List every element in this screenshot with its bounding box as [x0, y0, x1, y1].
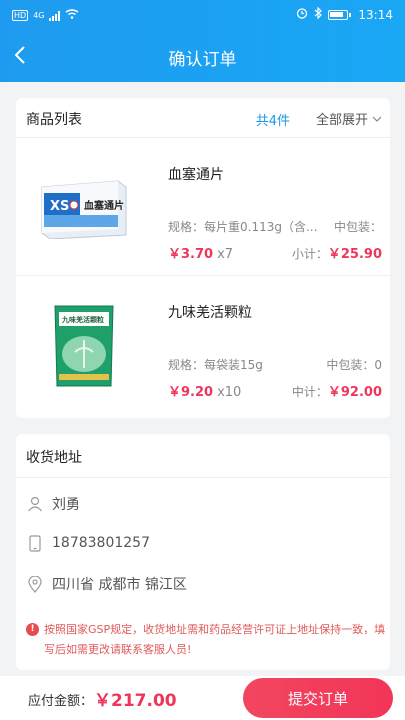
product-qty: x7 [217, 247, 234, 262]
expand-all-label: 全部展开 [315, 113, 368, 128]
recipient-name-row[interactable]: 刘勇 [26, 494, 80, 514]
product-subtotal: 小计：￥25.90 [292, 243, 382, 262]
gsp-notice: ! 按照国家GSP规定，收货地址需和药品经营许可证上地址保持一致，填写后如需更改… [26, 620, 386, 660]
product-price: ￥3.70 x7 [168, 243, 233, 262]
battery-icon [328, 9, 352, 20]
location-pin-icon [26, 575, 44, 593]
address-title: 收货地址 [26, 450, 82, 466]
address-card: 收货地址 刘勇 18783801257 四川省 成都市 锦江区 ! 按照国家GS… [16, 434, 390, 670]
address-header: 收货地址 [16, 434, 390, 478]
payable-label: 应付金额： [28, 694, 94, 709]
box-label: 血塞通片 [84, 199, 124, 212]
product-spec: 规格：每片重0.113g（含... [168, 220, 318, 234]
box-brand: XS [50, 199, 69, 214]
product-qty: x10 [217, 385, 242, 400]
warning-icon: ! [26, 623, 39, 636]
expand-all-button[interactable]: 全部展开 [316, 109, 382, 128]
product-list-title: 商品列表 [26, 112, 82, 128]
product-image: 九味羌活颗粒 [36, 301, 131, 391]
notice-text: 按照国家GSP规定，收货地址需和药品经营许可证上地址保持一致，填写后如需更改请联… [44, 623, 386, 656]
product-image: XS 血塞通片 [36, 163, 131, 253]
page-title: 确认订单 [168, 50, 237, 70]
recipient-region: 四川省 成都市 锦江区 [52, 577, 187, 593]
phone-icon [26, 534, 44, 552]
chevron-down-icon [372, 116, 382, 122]
box-label: 九味羌活颗粒 [61, 315, 104, 324]
header-bar: HD 4G 13:14 确认订单 [0, 0, 405, 82]
product-item[interactable]: XS 血塞通片 血塞通片 规格：每片重0.113g（含... 中包装： ￥3.7… [16, 138, 390, 276]
person-icon [26, 495, 44, 513]
price-value: ￥9.20 [168, 385, 214, 400]
product-list-card: 商品列表 共4件 全部展开 XS 血塞通片 血塞通片 规格：每片重0.113g（… [16, 98, 390, 418]
signal-icon [49, 10, 61, 21]
hd-badge: HD [12, 10, 29, 21]
product-name: 九味羌活颗粒 [168, 305, 252, 321]
product-name: 血塞通片 [168, 167, 224, 183]
product-item[interactable]: 九味羌活颗粒 九味羌活颗粒 规格：每袋装15g 中包装：0 ￥9.20 x10 中… [16, 276, 390, 414]
product-price: ￥9.20 x10 [168, 381, 241, 400]
product-list-header: 商品列表 共4件 全部展开 [16, 98, 390, 138]
checkout-footer: 应付金额： ￥217.00 提交订单 [0, 676, 405, 720]
wifi-icon [65, 9, 79, 22]
submit-order-button[interactable]: 提交订单 [243, 678, 393, 718]
product-pack: 中包装：0 [326, 358, 382, 372]
subtotal-value: ￥92.00 [327, 385, 382, 400]
recipient-phone: 18783801257 [52, 535, 150, 551]
region-row[interactable]: 四川省 成都市 锦江区 [26, 574, 187, 594]
subtotal-label: 小计： [291, 247, 328, 261]
status-bar: HD 4G 13:14 [0, 0, 405, 30]
recipient-name: 刘勇 [52, 497, 80, 513]
submit-order-label: 提交订单 [287, 689, 348, 708]
network-label: 4G [33, 11, 45, 20]
alarm-icon [296, 7, 308, 22]
subtotal-value: ￥25.90 [327, 247, 382, 262]
product-subtotal: 中计：￥92.00 [292, 381, 382, 400]
price-value: ￥3.70 [168, 247, 214, 262]
item-count: 共4件 [255, 114, 290, 129]
payable-amount: ￥217.00 [94, 691, 177, 711]
bluetooth-icon [314, 6, 323, 22]
product-spec: 规格：每袋装15g [168, 358, 263, 372]
subtotal-label: 中计： [291, 385, 328, 399]
status-time: 13:14 [358, 7, 393, 22]
product-pack: 中包装： [333, 220, 382, 234]
phone-row[interactable]: 18783801257 [26, 534, 150, 552]
